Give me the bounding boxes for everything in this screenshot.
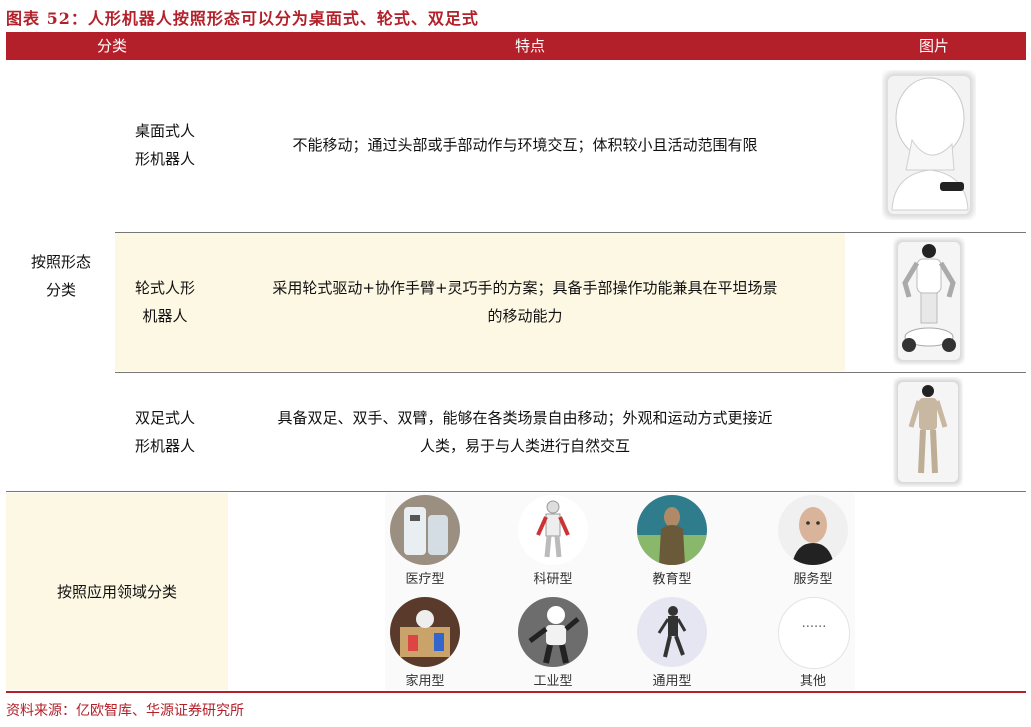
research-robot-icon [518,495,588,565]
app-other-label: 其他 [799,674,826,689]
figure-title: 图表 52：人形机器人按照形态可以分为桌面式、轮式、双足式 [6,9,479,28]
app-service-label: 服务型 [793,572,833,587]
app-industrial-image [518,597,588,667]
app-general-image [637,597,707,667]
app-other-dots: ...... [801,616,827,631]
row-wheeled-type: 轮式人形 机器人 [134,279,195,325]
rule-group [6,491,1026,492]
industrial-robot-icon [518,597,588,667]
table-header: 分类 特点 图片 [6,32,1026,60]
app-home-label: 家用型 [405,674,445,689]
row-desktop-type: 桌面式人 形机器人 [134,122,195,168]
education-robot-icon [637,495,707,565]
application-grid: 医疗型 科研型 教育型 服务型 家用型 工业型 通用型 ...... 其他 [385,493,855,690]
row-biped-type: 双足式人 形机器人 [134,409,195,455]
header-category: 分类 [96,37,127,55]
header-picture: 图片 [918,37,949,55]
app-general-label: 通用型 [652,674,692,689]
row-desktop-desc: 不能移动；通过头部或手部动作与环境交互；体积较小且活动范围有限 [292,136,758,154]
home-robot-icon [390,597,460,667]
app-education-image [637,495,707,565]
row-biped-desc: 具备双足、双手、双臂，能够在各类场景自由移动；外观和运动方式更接近 人类，易于与… [277,409,773,455]
biped-robot-picture [893,377,963,487]
medical-robot-icon [390,495,460,565]
group-application-label: 按照应用领域分类 [56,583,177,601]
app-service-image [778,495,848,565]
desktop-robot-icon [884,72,974,218]
table-bottom-rule [6,691,1026,693]
wheeled-robot-icon [895,239,963,363]
biped-robot-icon [895,379,961,485]
app-home-image [390,597,460,667]
row-wheeled-desc: 采用轮式驱动+协作手臂+灵巧手的方案；具备手部操作功能兼具在平坦场景 的移动能力 [272,279,778,325]
app-research-image [518,495,588,565]
group-form-label: 按照形态 分类 [30,253,91,299]
header-features: 特点 [514,37,545,55]
desktop-robot-picture [882,70,976,220]
app-industrial-label: 工业型 [533,674,573,689]
app-education-label: 教育型 [652,572,692,587]
wheeled-robot-picture [893,237,965,365]
rule-row2 [115,372,1026,373]
app-medical-image [390,495,460,565]
general-robot-icon [637,597,707,667]
app-other-image: ...... [778,597,850,669]
source-note: 资料来源：亿欧智库、华源证券研究所 [6,703,244,719]
service-robot-icon [778,495,848,565]
rule-row1 [115,232,1026,233]
app-medical-label: 医疗型 [405,572,445,587]
app-research-label: 科研型 [533,572,573,587]
